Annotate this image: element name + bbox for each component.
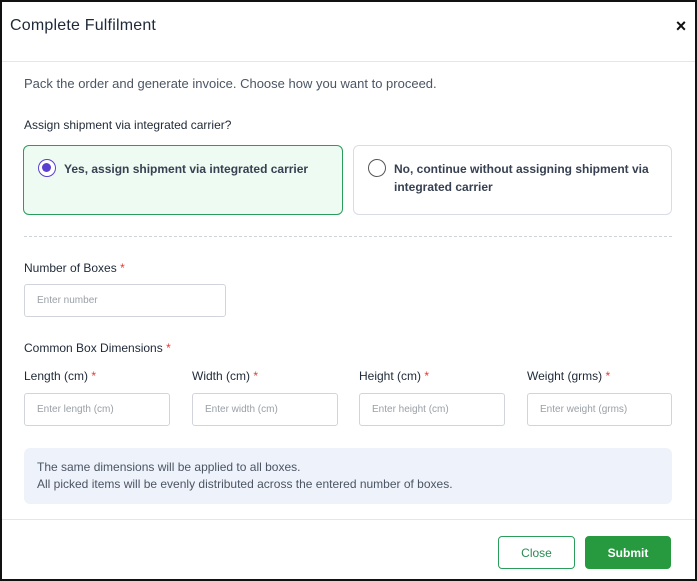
option-assign-shipment[interactable]: Yes, assign shipment via integrated carr… [23,145,343,215]
close-button[interactable]: Close [498,536,575,569]
radio-unchecked-icon[interactable] [368,159,386,177]
dimensions-label: Common Box Dimensions * [24,341,171,355]
length-label-text: Length (cm) [24,369,89,383]
option-skip-shipment[interactable]: No, continue without assigning shipment … [353,145,672,215]
section-divider [24,236,672,237]
required-mark: * [120,261,125,275]
boxes-label: Number of Boxes * [24,261,125,275]
length-label: Length (cm) * [24,369,96,383]
modal-title: Complete Fulfilment [10,17,157,34]
width-label-text: Width (cm) [192,369,250,383]
number-of-boxes-input[interactable] [24,284,226,317]
intro-text: Pack the order and generate invoice. Cho… [24,76,437,91]
option-skip-shipment-label: No, continue without assigning shipment … [394,162,649,194]
modal-header: Complete Fulfilment × [2,2,695,62]
height-label-text: Height (cm) [359,369,422,383]
width-input[interactable] [192,393,338,426]
weight-input[interactable] [527,393,672,426]
weight-label: Weight (grms) * [527,369,610,383]
submit-button[interactable]: Submit [585,536,671,569]
info-box: The same dimensions will be applied to a… [24,448,672,504]
required-mark: * [253,369,259,383]
info-line-2: All picked items will be evenly distribu… [37,477,453,491]
dimensions-label-text: Common Box Dimensions [24,341,163,355]
weight-label-text: Weight (grms) [527,369,603,383]
required-mark: * [91,369,97,383]
height-input[interactable] [359,393,505,426]
height-label: Height (cm) * [359,369,429,383]
close-icon[interactable]: × [673,15,689,37]
width-label: Width (cm) * [192,369,258,383]
required-mark: * [424,369,430,383]
complete-fulfilment-modal: Complete Fulfilment × Pack the order and… [0,0,697,581]
info-line-1: The same dimensions will be applied to a… [37,460,301,474]
radio-checked-icon[interactable] [38,159,56,177]
footer-divider [2,519,695,520]
option-assign-shipment-label: Yes, assign shipment via integrated carr… [64,162,309,176]
required-mark: * [166,341,171,355]
boxes-label-text: Number of Boxes [24,261,117,275]
shipment-question: Assign shipment via integrated carrier? [24,118,232,132]
length-input[interactable] [24,393,170,426]
required-mark: * [605,369,611,383]
